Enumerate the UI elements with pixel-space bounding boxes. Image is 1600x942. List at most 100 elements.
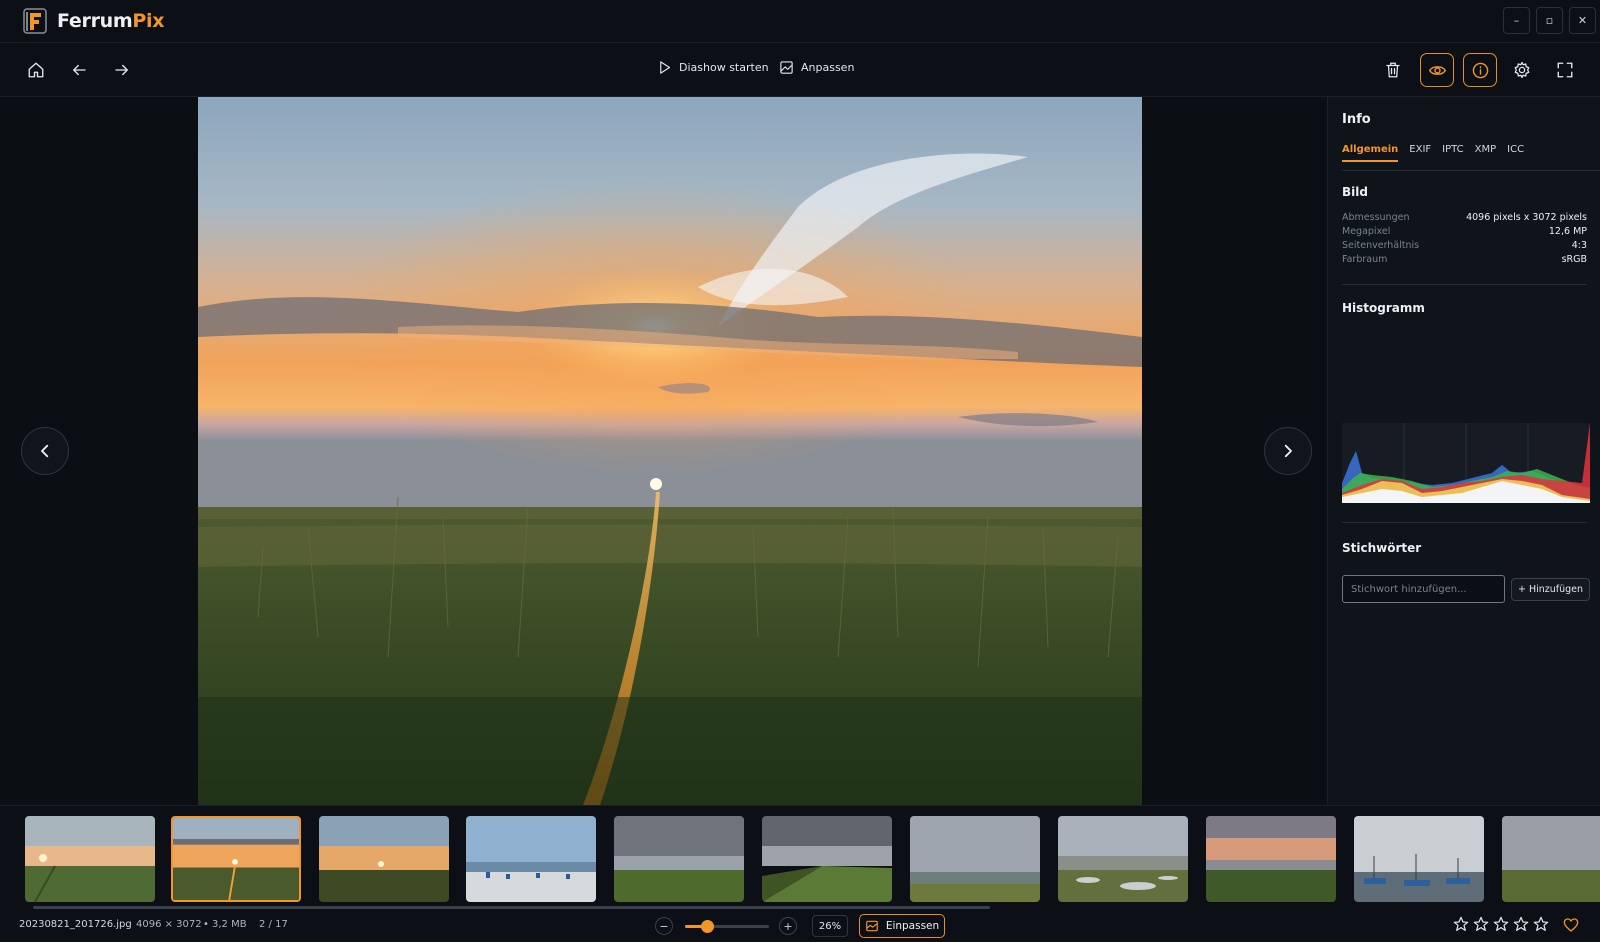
arrow-right-icon: [115, 64, 128, 76]
arrow-left-icon: [73, 64, 86, 76]
info-row-key: Seitenverhältnis: [1342, 240, 1420, 251]
settings-button[interactable]: [1509, 57, 1535, 83]
star-icon[interactable]: [1513, 916, 1529, 932]
info-panel-title: Info: [1342, 112, 1371, 127]
keyword-input[interactable]: [1342, 575, 1505, 603]
fullscreen-button[interactable]: [1552, 57, 1578, 83]
add-keyword-button[interactable]: + Hinzufügen: [1511, 578, 1590, 601]
zoom-out-button[interactable]: −: [655, 917, 673, 935]
thumbnail-image: [1206, 816, 1336, 902]
keywords-section-title: Stichwörter: [1342, 541, 1422, 555]
thumbnail-5[interactable]: [614, 816, 744, 902]
close-button[interactable]: ✕: [1569, 7, 1596, 34]
tab-exif[interactable]: EXIF: [1409, 144, 1431, 162]
zoom-slider[interactable]: [685, 920, 769, 933]
chevron-right-icon: [1284, 444, 1292, 458]
previous-image-button[interactable]: [21, 427, 69, 475]
slideshow-label: Diashow starten: [679, 61, 769, 74]
forward-button[interactable]: [109, 57, 135, 83]
thumbnail-10[interactable]: [1354, 816, 1484, 902]
info-row-color-space: Farbraum sRGB: [1342, 253, 1587, 267]
main-photo[interactable]: [198, 97, 1142, 805]
thumbnail-9[interactable]: [1206, 816, 1336, 902]
separator-dot: •: [203, 919, 209, 930]
fullscreen-icon: [1557, 62, 1573, 78]
maximize-icon: ▫: [1545, 14, 1554, 27]
filesize-label: 3,2 MB: [212, 919, 247, 930]
thumbnail-6[interactable]: [762, 816, 892, 902]
zoom-slider-handle[interactable]: [700, 920, 714, 933]
app-title-part2: Pix: [132, 10, 165, 32]
star-icon[interactable]: [1473, 916, 1489, 932]
info-toggle[interactable]: [1463, 53, 1497, 87]
home-button[interactable]: [23, 57, 49, 83]
trash-icon: [1386, 62, 1400, 78]
thumbnail-11[interactable]: [1502, 816, 1600, 902]
thumbnail-image: [614, 816, 744, 902]
info-row-value: sRGB: [1561, 254, 1587, 265]
maximize-button[interactable]: ▫: [1536, 7, 1563, 34]
thumbnail-image: [173, 818, 299, 900]
preview-toggle[interactable]: [1420, 53, 1454, 87]
thumbnail-3[interactable]: [319, 816, 449, 902]
tab-xmp[interactable]: XMP: [1475, 144, 1497, 162]
app-title: FerrumPix: [57, 10, 164, 32]
info-row-value: 4:3: [1571, 240, 1587, 251]
star-icon[interactable]: [1453, 916, 1469, 932]
thumbnail-2-active[interactable]: [171, 816, 301, 902]
info-icon: [1472, 62, 1488, 78]
info-row-key: Farbraum: [1342, 254, 1388, 265]
slideshow-button[interactable]: Diashow starten: [657, 60, 769, 75]
tab-allgemein[interactable]: Allgemein: [1342, 144, 1399, 162]
filmstrip: [0, 805, 1600, 909]
thumbnail-1[interactable]: [25, 816, 155, 902]
minimize-icon: –: [1513, 14, 1520, 27]
info-row-key: Abmessungen: [1342, 212, 1410, 223]
histogram-graph: [1342, 423, 1590, 503]
thumbnail-4[interactable]: [466, 816, 596, 902]
minimize-button[interactable]: –: [1503, 7, 1530, 34]
adjust-label: Anpassen: [801, 61, 855, 74]
thumbnail-image: [25, 816, 155, 902]
section-divider: [1342, 284, 1587, 285]
favorite-heart-icon[interactable]: [1563, 917, 1579, 933]
image-section-title: Bild: [1342, 185, 1368, 199]
info-panel: Info Allgemein EXIF IPTC XMP ICC Bild Ab…: [1327, 97, 1600, 805]
thumbnail-7[interactable]: [910, 816, 1040, 902]
zoom-level[interactable]: 26%: [812, 915, 848, 937]
tab-iptc[interactable]: IPTC: [1442, 144, 1463, 162]
star-icon[interactable]: [1493, 916, 1509, 932]
app-logo-icon: [23, 8, 47, 34]
star-icon[interactable]: [1533, 916, 1549, 932]
filename-label: 20230821_201726.jpg: [19, 919, 132, 930]
thumbnail-image: [910, 816, 1040, 902]
gear-icon: [1514, 61, 1530, 79]
info-row-dimensions: Abmessungen 4096 pixels x 3072 pixels: [1342, 211, 1587, 225]
play-icon: [660, 61, 671, 74]
position-label: 2 / 17: [259, 919, 288, 930]
info-row-aspect-ratio: Seitenverhältnis 4:3: [1342, 239, 1587, 253]
info-row-value: 12,6 MP: [1548, 226, 1587, 237]
dimensions-label: 4096 × 3072: [136, 919, 202, 930]
info-tabs: Allgemein EXIF IPTC XMP ICC: [1342, 144, 1524, 162]
image-viewer: [0, 97, 1327, 805]
close-icon: ✕: [1577, 14, 1588, 27]
rating-stars: [1453, 916, 1549, 932]
histogram: [1342, 423, 1590, 503]
status-bar: 20230821_201726.jpg 4096 × 3072 • 3,2 MB…: [0, 909, 1600, 942]
app-title-part1: Ferrum: [57, 10, 133, 32]
tab-icc[interactable]: ICC: [1507, 144, 1524, 162]
section-divider: [1342, 522, 1587, 523]
back-button[interactable]: [66, 57, 92, 83]
thumbnail-image: [762, 816, 892, 902]
zoom-in-button[interactable]: +: [779, 917, 797, 935]
next-image-button[interactable]: [1264, 427, 1312, 475]
adjust-button[interactable]: Anpassen: [779, 60, 854, 75]
delete-button[interactable]: [1380, 57, 1406, 83]
image-adjust-icon: [780, 61, 793, 74]
toolbar: Diashow starten Anpassen: [0, 43, 1600, 97]
info-row-value: 4096 pixels x 3072 pixels: [1466, 212, 1587, 223]
eye-icon: [1428, 65, 1446, 75]
fit-button[interactable]: Einpassen: [859, 914, 945, 938]
thumbnail-8[interactable]: [1058, 816, 1188, 902]
